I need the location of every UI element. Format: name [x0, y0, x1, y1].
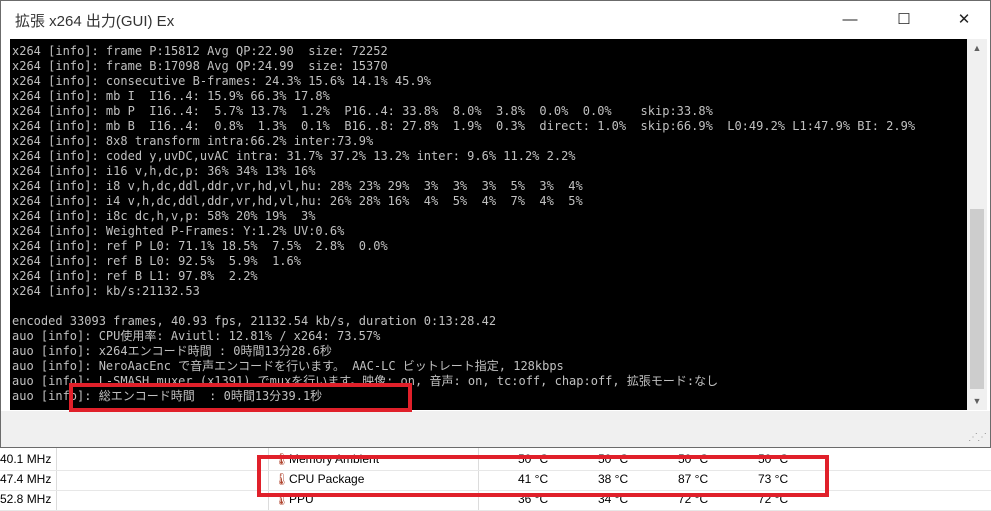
log-line: encoded 33093 frames, 40.93 fps, 21132.5… [12, 314, 497, 328]
vertical-scrollbar[interactable]: ▲ ▼ [967, 39, 987, 410]
scroll-thumb[interactable] [970, 209, 984, 389]
log-line: x264 [info]: mb P I16..4: 5.7% 13.7% 1.2… [12, 104, 713, 118]
log-line: x264 [info]: i4 v,h,dc,ddl,ddr,vr,hd,vl,… [12, 194, 583, 208]
highlight-cpu-package-row [257, 455, 829, 497]
log-line: x264 [info]: frame P:15812 Avg QP:22.90 … [12, 44, 388, 58]
maximize-button[interactable]: ☐ [881, 1, 927, 39]
highlight-total-encode-time [69, 383, 412, 412]
console-output[interactable]: x264 [info]: frame P:15812 Avg QP:22.90 … [10, 39, 967, 410]
clock-value: 40.1 MHz [0, 452, 52, 466]
scroll-down-arrow-icon[interactable]: ▼ [967, 392, 987, 410]
log-lines: x264 [info]: frame P:15812 Avg QP:22.90 … [12, 44, 915, 404]
log-line: auo [info]: CPU使用率: Aviutl: 12.81% / x26… [12, 329, 381, 343]
log-line: x264 [info]: ref B L0: 92.5% 5.9% 1.6% [12, 254, 301, 268]
log-line: x264 [info]: mb I I16..4: 15.9% 66.3% 17… [12, 89, 330, 103]
minimize-button[interactable]: — [827, 1, 873, 39]
log-line: x264 [info]: ref P L0: 71.1% 18.5% 7.5% … [12, 239, 388, 253]
log-line: x264 [info]: i8 v,h,dc,ddl,ddr,vr,hd,vl,… [12, 179, 583, 193]
log-line: x264 [info]: i8c dc,h,v,p: 58% 20% 19% 3… [12, 209, 316, 223]
log-line: auo [info]: NeroAacEnc で音声エンコードを行います。 AA… [12, 359, 564, 373]
log-line: x264 [info]: mb B I16..4: 0.8% 1.3% 0.1%… [12, 119, 916, 133]
log-line: x264 [info]: Weighted P-Frames: Y:1.2% U… [12, 224, 345, 238]
window-title: 拡張 x264 出力(GUI) Ex [15, 13, 175, 30]
log-line: x264 [info]: ref B L1: 97.8% 2.2% [12, 269, 258, 283]
log-line: x264 [info]: frame B:17098 Avg QP:24.99 … [12, 59, 388, 73]
log-line: x264 [info]: consecutive B-frames: 24.3%… [12, 74, 432, 88]
close-button[interactable]: ✕ [941, 1, 987, 39]
log-line: x264 [info]: i16 v,h,dc,p: 36% 34% 13% 1… [12, 164, 316, 178]
log-line: auo [info]: x264エンコード時間 : 0時間13分28.6秒 [12, 344, 332, 358]
resize-grip-icon[interactable]: ⋰⋰ [968, 432, 987, 443]
status-bar: ⋰⋰ [1, 411, 990, 447]
title-bar[interactable]: 拡張 x264 出力(GUI) Ex — ☐ ✕ [1, 1, 990, 39]
log-line [12, 299, 915, 314]
scroll-up-arrow-icon[interactable]: ▲ [967, 39, 987, 57]
clock-value: 52.8 MHz [0, 492, 52, 506]
log-line: x264 [info]: 8x8 transform intra:66.2% i… [12, 134, 374, 148]
log-line: x264 [info]: coded y,uvDC,uvAC intra: 31… [12, 149, 576, 163]
x264-output-window: 拡張 x264 出力(GUI) Ex — ☐ ✕ x264 [info]: fr… [0, 0, 991, 448]
log-line: x264 [info]: kb/s:21132.53 [12, 284, 200, 298]
clock-value: 47.4 MHz [0, 472, 52, 486]
